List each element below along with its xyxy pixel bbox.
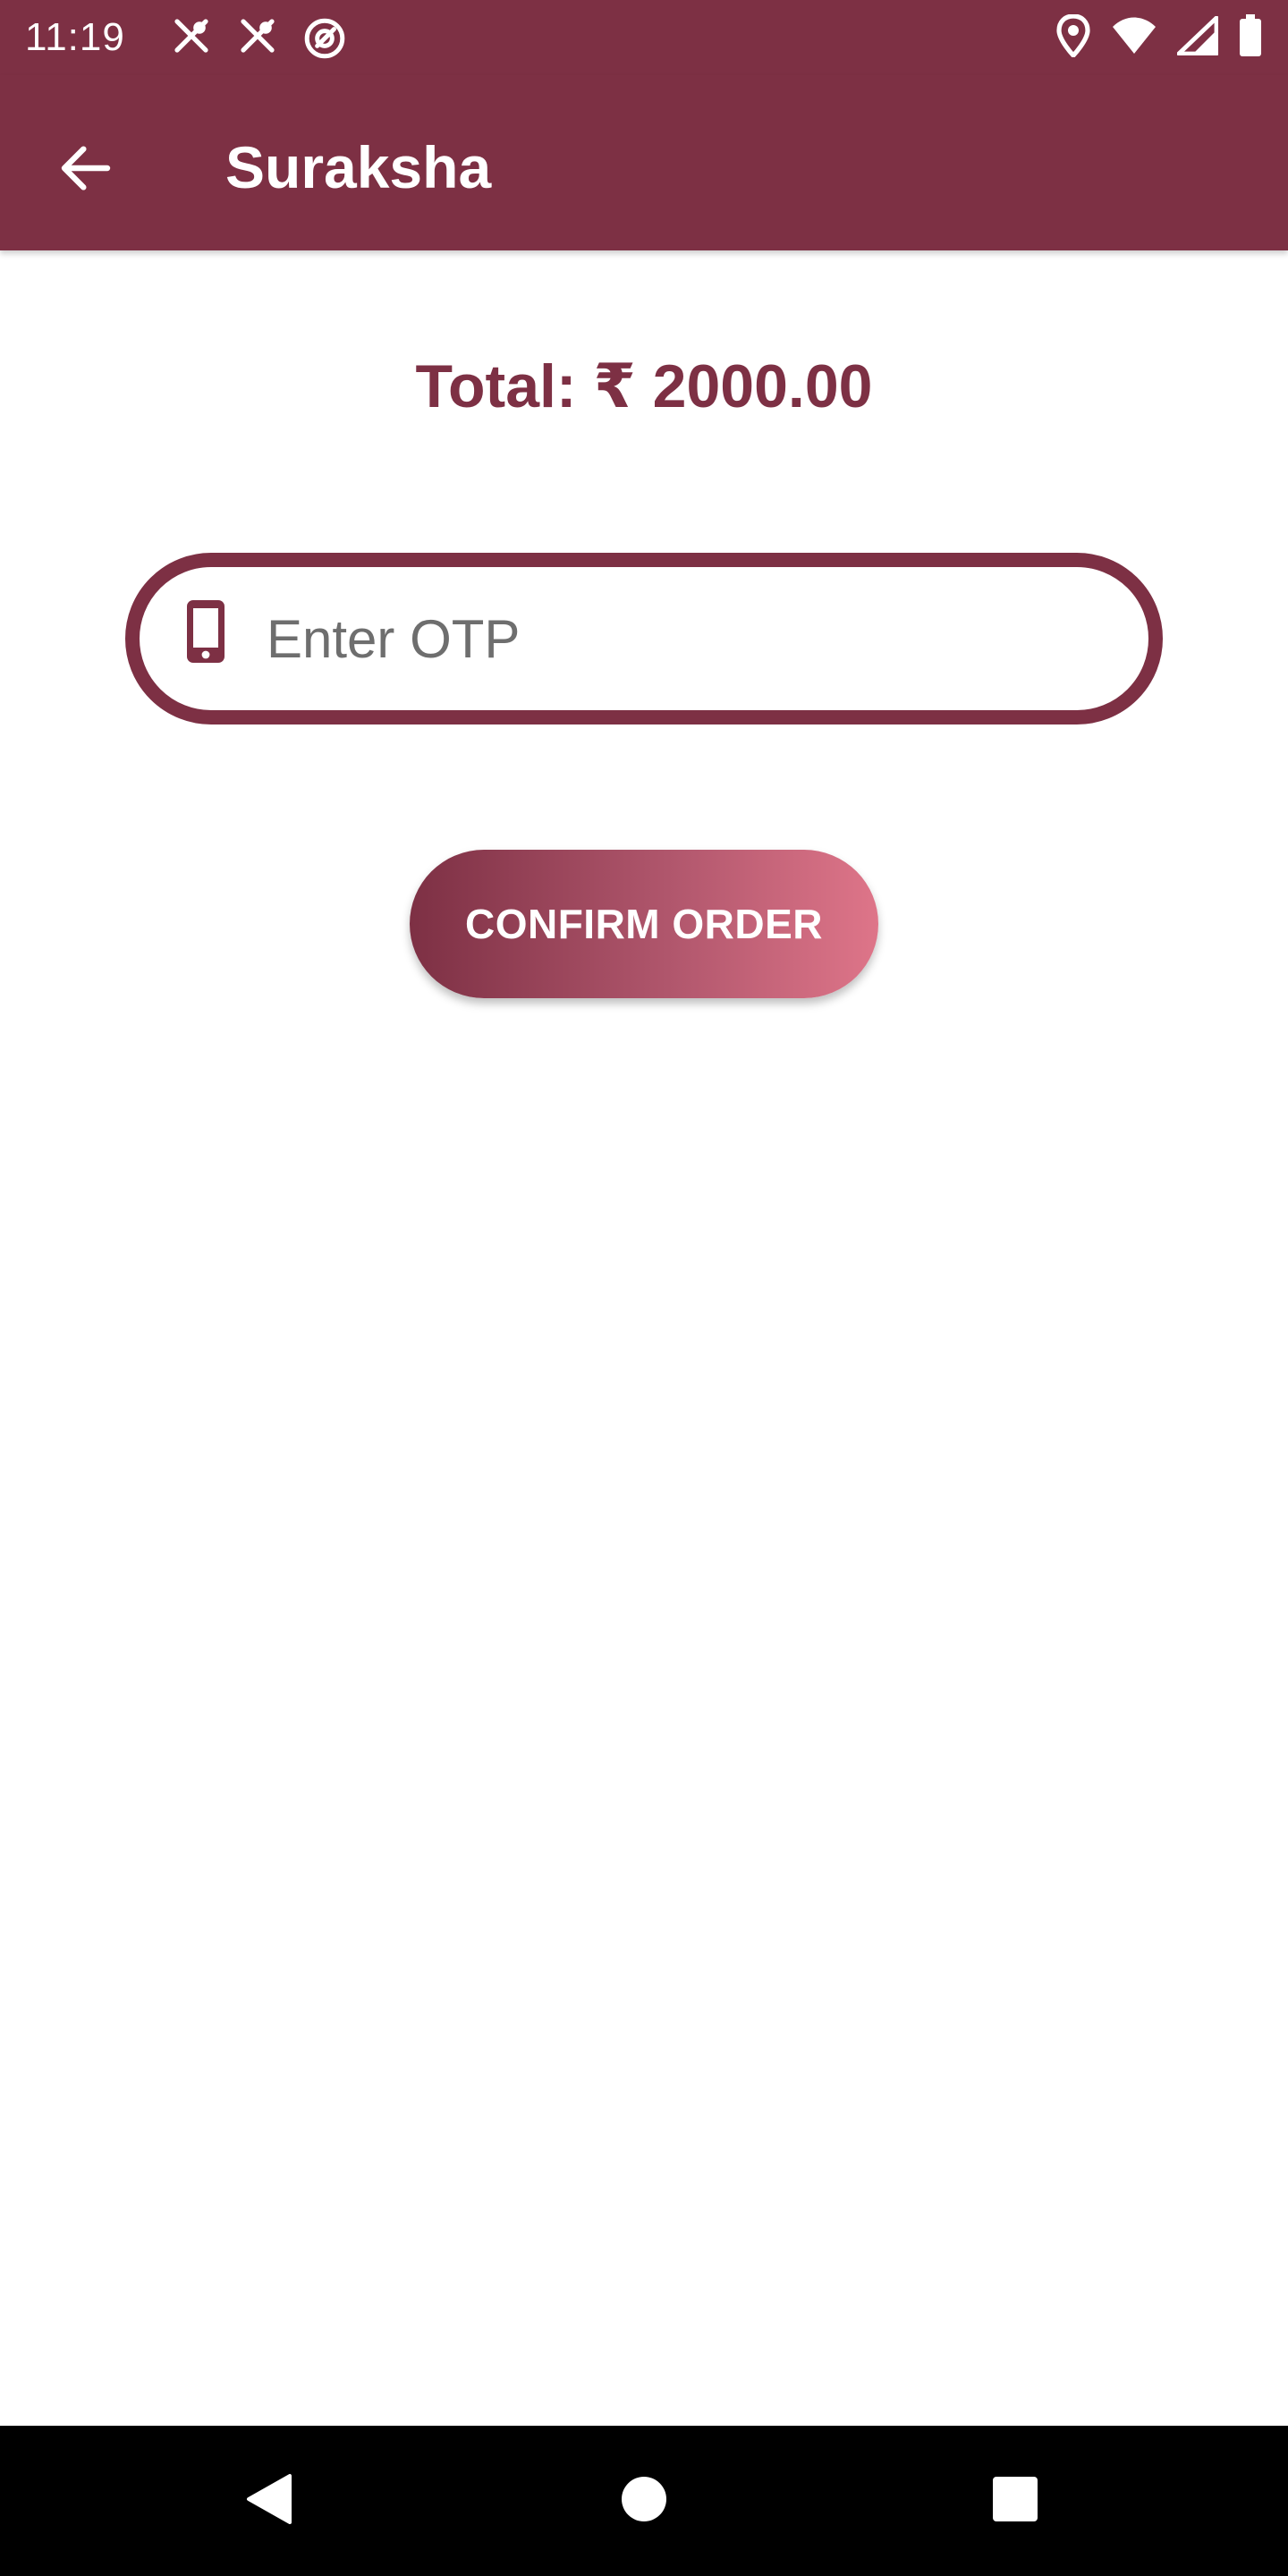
system-nav-bar [0,2426,1288,2576]
location-icon [1055,14,1091,57]
status-time: 11:19 [25,15,125,59]
back-button[interactable] [47,131,125,209]
wifi-icon [1111,16,1157,55]
status-right-icons [1055,14,1263,57]
otp-field[interactable] [125,553,1163,724]
square-recents-icon [992,2476,1038,2527]
arrow-left-icon [57,140,114,201]
app-title: Suraksha [225,134,492,200]
signal-icon [1177,16,1218,55]
status-left-icons [170,16,347,61]
app-logo-icon [302,16,347,61]
nav-back-button[interactable] [224,2456,313,2546]
battery-icon [1238,14,1263,57]
circle-home-icon [621,2476,667,2527]
otp-input[interactable] [267,589,1116,689]
nav-home-button[interactable] [599,2456,689,2546]
order-total: Total: ₹ 2000.00 [415,352,873,420]
smartphone-icon [184,597,227,670]
app-bar: Suraksha [0,75,1288,250]
confirm-order-button[interactable]: CONFIRM ORDER [410,850,878,998]
nav-recents-button[interactable] [970,2456,1060,2546]
triangle-back-icon [243,2472,293,2530]
fork-knife-icon [236,16,279,61]
fork-knife-icon [170,16,213,61]
status-bar: 11:19 [0,0,1288,75]
